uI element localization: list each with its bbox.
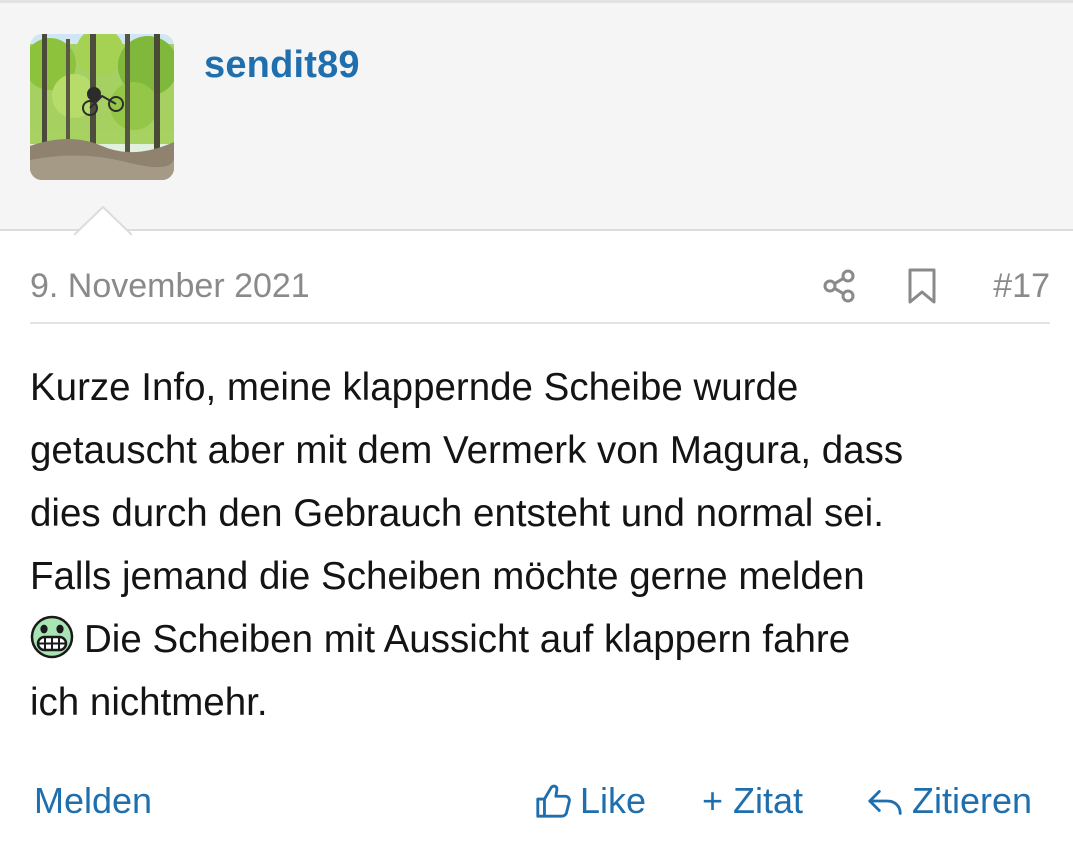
message-line: ich nichtmehr. (30, 681, 268, 724)
quote-label: + Zitat (702, 780, 804, 821)
thumbs-up-icon (534, 782, 572, 820)
reply-arrow-icon (866, 782, 904, 820)
message-line: dies durch den Gebrauch entsteht und nor… (30, 492, 884, 535)
message-line: getauscht aber mit dem Vermerk von Magur… (30, 429, 904, 472)
share-icon[interactable] (820, 266, 860, 306)
post-meta: 9. November 2021 #17 (30, 262, 1050, 324)
quote-button[interactable]: + Zitat (702, 780, 803, 822)
bookmark-icon[interactable] (904, 266, 940, 306)
user-bar: sendit89 (0, 0, 1073, 236)
forum-post: sendit89 9. November 2021 #17 Kurze Info… (0, 0, 1073, 866)
avatar-photo (30, 34, 174, 180)
post-actions: Melden Like + Zitat Zitieren (0, 770, 1073, 830)
message-line-text: Die Scheiben mit Aussicht auf klappern f… (84, 618, 851, 661)
reply-button[interactable]: Zitieren (866, 780, 1032, 822)
reply-label: Zitieren (912, 780, 1033, 821)
report-link[interactable]: Melden (34, 780, 152, 822)
grimacing-face-icon (30, 615, 74, 659)
like-button[interactable]: Like (534, 780, 646, 822)
user-avatar[interactable] (30, 34, 174, 180)
post-date[interactable]: 9. November 2021 (30, 267, 310, 306)
bubble-pointer (74, 206, 132, 236)
report-label: Melden (34, 780, 153, 821)
message-line: Kurze Info, meine klappernde Scheibe wur… (30, 366, 799, 409)
message-line: Die Scheiben mit Aussicht auf klappern f… (30, 608, 1060, 671)
like-label: Like (580, 780, 647, 821)
message-line: Falls jemand die Scheiben möchte gerne m… (30, 555, 865, 598)
username-link[interactable]: sendit89 (204, 44, 360, 87)
message-body: Kurze Info, meine klappernde Scheibe wur… (30, 356, 1060, 734)
post-number-link[interactable]: #17 (993, 267, 1050, 306)
